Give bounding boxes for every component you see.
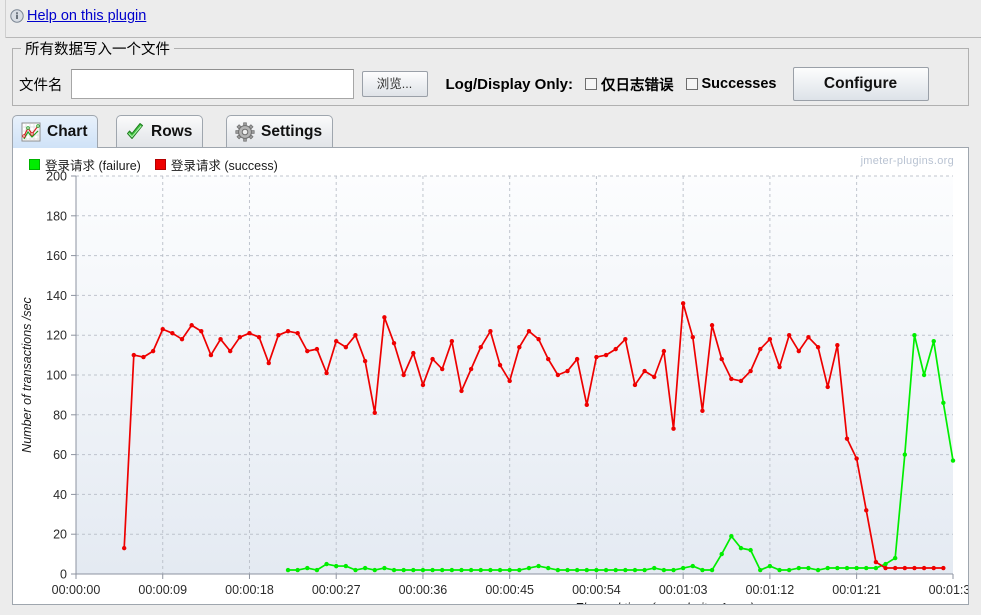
svg-text:60: 60: [53, 448, 67, 462]
jmeter-plugin-window: Help on this plugin 所有数据写入一个文件 文件名 浏览...…: [0, 0, 981, 615]
chart-legend: 登录请求 (failure) 登录请求 (success): [29, 155, 278, 174]
svg-text:00:01:03: 00:01:03: [659, 583, 708, 597]
successes-checkbox-wrap[interactable]: Successes: [685, 76, 777, 92]
configure-button[interactable]: Configure: [792, 67, 929, 101]
svg-text:00:00:36: 00:00:36: [399, 583, 448, 597]
help-on-this-plugin-link[interactable]: Help on this plugin: [27, 8, 146, 24]
svg-text:160: 160: [46, 249, 67, 263]
tab-settings[interactable]: Settings: [226, 115, 334, 148]
tab-settings-label: Settings: [261, 123, 323, 140]
file-group-title: 所有数据写入一个文件: [21, 38, 174, 59]
svg-text:0: 0: [60, 568, 67, 582]
log-display-only-label: Log/Display Only:: [445, 75, 574, 93]
help-bar: Help on this plugin: [0, 0, 981, 38]
legend-item-success: 登录请求 (success): [154, 155, 278, 174]
window-bottom-strip: [0, 605, 981, 615]
legend-item-failure: 登录请求 (failure): [29, 155, 141, 174]
tab-rows-label: Rows: [151, 123, 193, 140]
svg-text:00:00:45: 00:00:45: [485, 583, 534, 597]
chart-panel[interactable]: 登录请求 (failure) 登录请求 (success) jmeter-plu…: [12, 147, 969, 605]
svg-text:80: 80: [53, 408, 67, 422]
svg-text:Number of transactions /sec: Number of transactions /sec: [20, 296, 34, 452]
svg-text:00:00:18: 00:00:18: [225, 583, 274, 597]
write-all-data-to-file-group: 所有数据写入一个文件 文件名 浏览... Log/Display Only: 仅…: [12, 38, 969, 106]
svg-text:00:00:00: 00:00:00: [52, 583, 101, 597]
svg-text:00:01:12: 00:01:12: [746, 583, 795, 597]
successes-checkbox[interactable]: [685, 78, 698, 90]
tab-chart-label: Chart: [47, 123, 88, 140]
svg-text:40: 40: [53, 488, 67, 502]
svg-text:100: 100: [46, 369, 67, 383]
svg-text:180: 180: [46, 209, 67, 223]
svg-text:00:00:09: 00:00:09: [138, 583, 187, 597]
svg-text:140: 140: [46, 289, 67, 303]
svg-text:00:00:27: 00:00:27: [312, 583, 361, 597]
legend-swatch-failure: [29, 159, 40, 170]
successes-label: Successes: [701, 76, 777, 92]
chart-icon: [21, 122, 41, 142]
filename-input[interactable]: [70, 69, 354, 99]
svg-text:00:00:54: 00:00:54: [572, 583, 621, 597]
check-icon: [127, 123, 143, 139]
jmeter-plugins-watermark: jmeter-plugins.org: [860, 155, 954, 167]
errors-only-checkbox[interactable]: [585, 78, 598, 90]
errors-only-checkbox-wrap[interactable]: 仅日志错误: [585, 74, 674, 95]
browse-button[interactable]: 浏览...: [361, 71, 428, 97]
tab-rows[interactable]: Rows: [116, 115, 204, 148]
errors-only-label: 仅日志错误: [601, 77, 674, 94]
tab-strip: Chart Rows Settings: [12, 115, 969, 149]
tab-chart[interactable]: Chart: [12, 115, 99, 148]
legend-swatch-success: [154, 159, 166, 170]
legend-label-failure: 登录请求 (failure): [45, 159, 141, 173]
help-bar-edge: [0, 0, 6, 38]
svg-text:120: 120: [46, 329, 67, 343]
svg-text:Elapsed time (granularity: 1 s: Elapsed time (granularity: 1 sec): [575, 601, 754, 604]
svg-text:20: 20: [53, 528, 67, 542]
svg-text:00:01:21: 00:01:21: [832, 583, 881, 597]
info-icon: [10, 9, 24, 23]
legend-label-success: 登录请求 (success): [170, 159, 278, 173]
gear-icon: [235, 122, 255, 142]
svg-text:00:01:31: 00:01:31: [929, 583, 968, 597]
filename-label: 文件名: [19, 77, 63, 94]
transactions-per-second-chart: 02040608010012014016018020000:00:00 00:00…: [13, 148, 968, 604]
